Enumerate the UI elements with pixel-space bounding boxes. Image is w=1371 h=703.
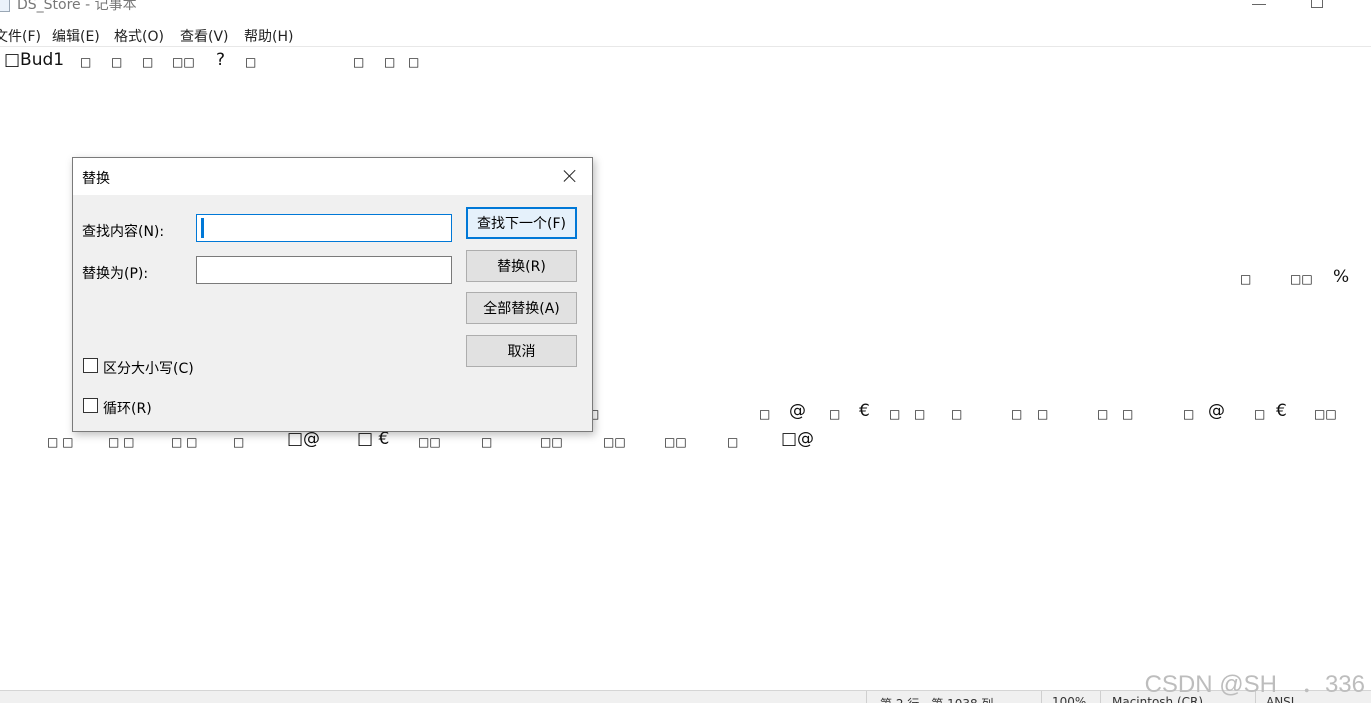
editor-text: □ (353, 55, 365, 69)
editor-text: □□ (1290, 272, 1313, 286)
editor-text: □ (80, 55, 92, 69)
replace-input[interactable] (196, 256, 452, 284)
wrap-around-checkbox[interactable] (83, 398, 98, 413)
editor-text: □ (111, 55, 123, 69)
editor-text: □ □ (171, 435, 198, 449)
editor-text: □ (1037, 407, 1049, 421)
editor-text: □ (727, 435, 739, 449)
editor-text: □ □ (47, 435, 74, 449)
editor-text: % (1333, 267, 1350, 287)
find-next-button[interactable]: 查找下一个(F) (466, 207, 577, 239)
editor-text: □ (829, 407, 841, 421)
status-divider (1100, 691, 1101, 703)
menu-view[interactable]: 查看(V) (180, 26, 229, 46)
editor-text: □Bud1 (4, 50, 65, 70)
editor-text: □ (1011, 407, 1023, 421)
close-icon[interactable] (561, 167, 579, 185)
menu-format[interactable]: 格式(O) (114, 26, 164, 46)
minimize-button[interactable] (1252, 4, 1266, 6)
replace-label: 替换为(P): (82, 266, 149, 282)
editor-text: □ (1097, 407, 1109, 421)
replace-dialog: 替换 查找内容(N): 替换为(P): 查找下一个(F) 替换(R) 全部替换(… (72, 157, 593, 432)
watermark: CSDN @SH ．336 (1144, 671, 1365, 698)
wrap-around-label: 循环(R) (103, 401, 152, 417)
editor-text: ? (216, 50, 226, 70)
menu-help[interactable]: 帮助(H) (244, 26, 293, 46)
window-title: DS_Store - 记事本 (17, 0, 137, 13)
editor-text: € (1276, 401, 1287, 421)
editor-text: □@ (287, 429, 321, 449)
dialog-title: 替换 (82, 171, 110, 187)
title-bar: DS_Store - 记事本 (0, 0, 1371, 14)
menu-file[interactable]: 文件(F) (0, 26, 41, 46)
editor-text: □ (1254, 407, 1266, 421)
editor-text: € (859, 401, 870, 421)
editor-text: □ (1183, 407, 1195, 421)
text-caret (201, 218, 204, 238)
editor-text: □□ (540, 435, 563, 449)
match-case-checkbox[interactable] (83, 358, 98, 373)
editor-text: □ (233, 435, 245, 449)
menu-edit[interactable]: 编辑(E) (52, 26, 100, 46)
editor-text: @ (789, 401, 806, 421)
editor-text: □ (245, 55, 257, 69)
menu-bar: 文件(F) 编辑(E) 格式(O) 查看(V) 帮助(H) (0, 22, 1371, 47)
notepad-icon (0, 0, 10, 12)
replace-button[interactable]: 替换(R) (466, 250, 577, 282)
editor-text: □ (408, 55, 420, 69)
editor-text: □ (889, 407, 901, 421)
editor-text: □ (481, 435, 493, 449)
editor-text: □ (951, 407, 963, 421)
editor-text: □ (1240, 272, 1252, 286)
editor-text: □□ (172, 55, 195, 69)
editor-text: □@ (781, 429, 815, 449)
editor-text: □ (914, 407, 926, 421)
editor-text: □ (759, 407, 771, 421)
editor-text: □□ (603, 435, 626, 449)
match-case-label: 区分大小写(C) (103, 361, 194, 377)
status-divider (1041, 691, 1042, 703)
editor-text: @ (1208, 401, 1225, 421)
find-label: 查找内容(N): (82, 224, 165, 240)
replace-all-button[interactable]: 全部替换(A) (466, 292, 577, 324)
editor-text: □ (384, 55, 396, 69)
dialog-title-bar[interactable]: 替换 (73, 158, 592, 195)
editor-text: □ □ (108, 435, 135, 449)
editor-text: □□ (664, 435, 687, 449)
cancel-button[interactable]: 取消 (466, 335, 577, 367)
find-input[interactable] (196, 214, 452, 242)
maximize-button[interactable] (1311, 0, 1323, 8)
status-divider (866, 691, 867, 703)
editor-text: □ (142, 55, 154, 69)
editor-text: □□ (418, 435, 441, 449)
editor-text: □ € (357, 429, 390, 449)
editor-text: □□ (1314, 407, 1337, 421)
editor-text: □ (1122, 407, 1134, 421)
